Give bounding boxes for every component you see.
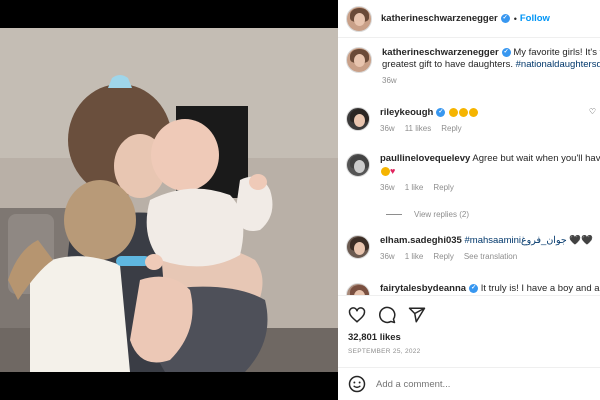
- red-heart-emoji-icon: ♥: [390, 166, 396, 176]
- comment-body: elham.sadeghi035 #mahsaaminiجوان_فروغ 🖤🖤…: [380, 235, 593, 263]
- post-side-panel: katherineschwarzenegger ✓ • Follow kathe…: [338, 0, 600, 400]
- heart-eyes-emoji-icon: [458, 107, 468, 117]
- comment-item: rileykeough ✓ 36w 11 likes Reply ♡: [338, 107, 600, 135]
- likes-count[interactable]: 32,801 likes: [348, 332, 590, 343]
- comment-composer: [338, 367, 600, 400]
- separator-dot: •: [513, 13, 517, 24]
- author-avatar[interactable]: [346, 5, 372, 32]
- caption-text: My favorite girls! It's the: [513, 47, 600, 58]
- laughing-emoji-icon: [381, 166, 390, 176]
- comment-text: Agree but wait when you'll have: [472, 153, 600, 164]
- caption: katherineschwarzenegger ✓ My favorite gir…: [338, 47, 600, 87]
- view-replies-label[interactable]: View replies (2): [414, 210, 469, 219]
- post-date[interactable]: SEPTEMBER 25, 2022: [348, 348, 590, 355]
- comment-time[interactable]: 36w: [380, 123, 395, 135]
- verified-badge-icon: ✓: [501, 47, 511, 57]
- view-replies[interactable]: View replies (2): [386, 210, 469, 219]
- reply-button[interactable]: Reply: [441, 123, 461, 135]
- see-translation-button[interactable]: See translation: [464, 251, 517, 263]
- comment-icon[interactable]: [378, 306, 396, 324]
- verified-badge-icon: ✓: [500, 14, 510, 23]
- comment-time[interactable]: 36w: [380, 182, 395, 194]
- reply-button[interactable]: Reply: [433, 251, 453, 263]
- post-actions: 32,801 likes SEPTEMBER 25, 2022: [338, 295, 600, 367]
- commenter-avatar[interactable]: [346, 153, 370, 177]
- reply-button[interactable]: Reply: [433, 182, 453, 194]
- comment-username[interactable]: rileykeough: [380, 107, 433, 118]
- like-comment-icon[interactable]: ♡: [589, 107, 596, 116]
- post-photo[interactable]: [0, 0, 338, 400]
- comment-username[interactable]: elham.sadeghi035: [380, 235, 462, 246]
- follow-button[interactable]: Follow: [520, 13, 550, 24]
- action-icons: [348, 304, 590, 326]
- instagram-post-modal: katherineschwarzenegger ✓ • Follow kathe…: [0, 0, 600, 400]
- verified-badge-icon: ✓: [436, 107, 446, 117]
- caption-hashtag[interactable]: #nationaldaughtersday: [516, 59, 600, 70]
- comment-hashtag[interactable]: #mahsaaminiجوان_فروغ: [465, 235, 567, 246]
- share-icon[interactable]: [408, 306, 426, 324]
- post-header: katherineschwarzenegger ✓ • Follow: [338, 0, 600, 38]
- author-username[interactable]: katherineschwarzenegger: [381, 13, 498, 24]
- commenter-avatar[interactable]: [346, 107, 370, 131]
- verified-badge-icon: ✓: [469, 283, 479, 293]
- photo-illustration: [0, 0, 338, 400]
- comment-likes[interactable]: 11 likes: [405, 123, 432, 135]
- comment-text: It truly is! I have a boy and a: [480, 283, 600, 294]
- comment-body: fairytalesbydeanna ✓ It truly is! I have …: [380, 283, 600, 295]
- heart-icon[interactable]: [348, 306, 366, 324]
- comment-text-suffix: 🖤🖤: [569, 235, 594, 246]
- comment-time[interactable]: 36w: [380, 251, 395, 263]
- heart-eyes-emoji-icon: [468, 107, 478, 117]
- comment-input[interactable]: [376, 378, 576, 390]
- comment-item: fairytalesbydeanna ✓ It truly is! I have …: [338, 283, 600, 295]
- comment-body: paullinelovequelevy Agree but wait when …: [380, 153, 600, 194]
- emoji-icon[interactable]: [348, 375, 366, 393]
- caption-text-line2: greatest gift to have daughters.: [382, 59, 513, 70]
- heart-eyes-emoji-icon: [448, 107, 458, 117]
- comment-username[interactable]: paullinelovequelevy: [380, 153, 470, 164]
- caption-avatar[interactable]: [346, 47, 372, 73]
- comments-list[interactable]: katherineschwarzenegger ✓ My favorite gir…: [338, 39, 600, 295]
- caption-time[interactable]: 36w: [382, 75, 397, 87]
- caption-username[interactable]: katherineschwarzenegger: [382, 47, 499, 58]
- replies-divider-line: [386, 214, 402, 215]
- comment-body: rileykeough ✓ 36w 11 likes Reply: [380, 107, 478, 135]
- comment-item: paullinelovequelevy Agree but wait when …: [338, 153, 600, 194]
- comment-item: elham.sadeghi035 #mahsaaminiجوان_فروغ 🖤🖤…: [338, 235, 600, 263]
- comment-username[interactable]: fairytalesbydeanna: [380, 283, 466, 294]
- commenter-avatar[interactable]: [346, 235, 370, 259]
- comment-likes[interactable]: 1 like: [405, 251, 424, 263]
- commenter-avatar[interactable]: [346, 283, 370, 295]
- comment-likes[interactable]: 1 like: [405, 182, 424, 194]
- caption-body: katherineschwarzenegger ✓ My favorite gir…: [382, 47, 600, 87]
